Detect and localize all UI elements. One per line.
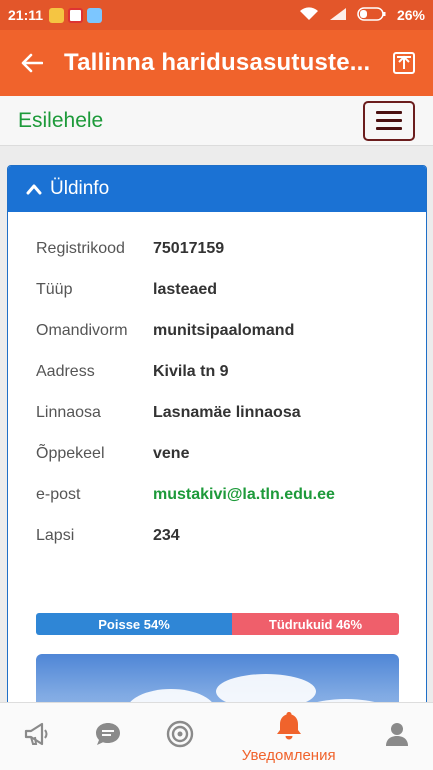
battery-icon: [357, 6, 387, 24]
info-row: Tüüp lasteaed: [36, 278, 217, 302]
menu-toggle-button[interactable]: [363, 100, 415, 141]
general-info-panel: Üldinfo Registrikood 75017159 Tüüp laste…: [7, 165, 427, 710]
info-value: Kivila tn 9: [153, 363, 229, 380]
info-label: Tüüp: [36, 281, 73, 298]
chat-bubble-icon: [94, 720, 122, 753]
hamburger-bar: [376, 119, 402, 122]
hamburger-bar: [376, 111, 402, 114]
info-row: Aadress Kivila tn 9: [36, 360, 229, 384]
panel-header[interactable]: Üldinfo: [8, 166, 426, 212]
chevron-up-icon: [26, 183, 42, 195]
info-row: Õppekeel vene: [36, 442, 189, 466]
info-value: 234: [153, 527, 180, 544]
nav-item-notifications[interactable]: Уведомления: [217, 703, 361, 770]
nav-item-target[interactable]: [144, 703, 216, 770]
panel-body: Registrikood 75017159 Tüüp lasteaed Oman…: [8, 212, 426, 709]
hamburger-bar: [376, 127, 402, 130]
open-external-icon[interactable]: [375, 30, 433, 96]
info-label: Registrikood: [36, 240, 125, 257]
nav-item-announcements[interactable]: [0, 703, 72, 770]
wifi-icon: [299, 6, 319, 24]
info-label: Aadress: [36, 363, 95, 380]
signal-icon: [329, 7, 347, 24]
email-link[interactable]: mustakivi@la.tln.edu.ee: [153, 486, 335, 504]
back-arrow-icon[interactable]: [0, 30, 64, 96]
info-value: lasteaed: [153, 281, 218, 298]
girls-segment: Tüdrukuid 46%: [232, 613, 399, 635]
info-row: Registrikood 75017159: [36, 237, 224, 261]
panel-title: Üldinfo: [50, 178, 110, 199]
bottom-navigation: Уведомления: [0, 702, 433, 770]
info-label: Omandivorm: [36, 322, 128, 339]
status-time: 21:11: [8, 7, 44, 23]
notification-app-icon: [49, 7, 65, 23]
status-bar: 21:11 26%: [0, 0, 433, 30]
info-label: Õppekeel: [36, 445, 105, 462]
bell-icon: [275, 710, 303, 745]
gender-ratio-bar: Poisse 54% Tüdrukuid 46%: [36, 613, 399, 635]
nav-item-profile[interactable]: [361, 703, 433, 770]
home-link[interactable]: Esilehele: [18, 109, 103, 133]
info-row: Linnaosa Lasnamäe linnaosa: [36, 401, 301, 425]
nav-label: Уведомления: [241, 746, 336, 764]
notification-app-icon: [68, 7, 84, 23]
app-title: Tallinna haridusasutuste...: [64, 49, 371, 76]
target-icon: [166, 720, 194, 753]
info-label: Linnaosa: [36, 404, 101, 421]
user-icon: [383, 720, 411, 753]
info-row: Omandivorm munitsipaalomand: [36, 319, 294, 343]
info-value: munitsipaalomand: [153, 322, 295, 339]
info-label: e-post: [36, 486, 81, 503]
app-bar: Tallinna haridusasutuste...: [0, 30, 433, 96]
info-value: 75017159: [153, 240, 225, 257]
info-row: e-post mustakivi@la.tln.edu.ee: [36, 483, 335, 507]
boys-segment: Poisse 54%: [36, 613, 233, 635]
site-header: Esilehele: [0, 96, 433, 146]
battery-percent: 26%: [396, 7, 425, 23]
info-value: vene: [153, 445, 190, 462]
notification-app-icon: [87, 7, 103, 23]
info-value: Lasnamäe linnaosa: [153, 404, 301, 421]
notification-icons: [49, 7, 103, 23]
megaphone-icon: [22, 720, 50, 753]
nav-item-messages[interactable]: [72, 703, 144, 770]
info-row: Lapsi 234: [36, 524, 180, 548]
info-label: Lapsi: [36, 527, 75, 544]
